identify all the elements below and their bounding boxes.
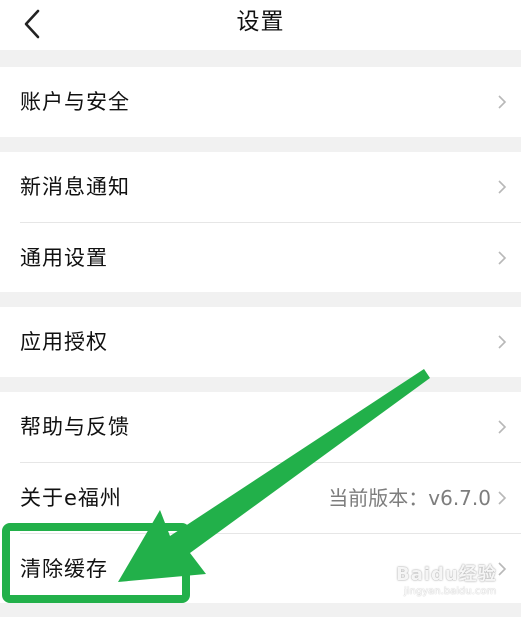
row-label: 应用授权 [20,330,108,354]
settings-group-account: 账户与安全 [0,67,521,137]
settings-group-help: 帮助与反馈 关于e福州 当前版本：v6.7.0 清除缓存 [0,392,521,603]
chevron-right-icon [497,419,507,435]
page-title: 设置 [236,9,285,35]
row-account-security[interactable]: 账户与安全 [0,67,521,137]
chevron-right-icon [497,179,507,195]
row-clear-cache[interactable]: 清除缓存 [0,534,521,604]
chevron-right-icon [497,250,507,266]
row-app-authorization[interactable]: 应用授权 [0,307,521,377]
settings-group-notifications: 新消息通知 通用设置 [0,152,521,292]
header-bar: 设置 [0,0,521,50]
row-label: 新消息通知 [20,175,130,199]
row-label: 清除缓存 [20,557,108,581]
settings-group-authorization: 应用授权 [0,307,521,377]
row-new-message-notifications[interactable]: 新消息通知 [0,152,521,222]
row-help-feedback[interactable]: 帮助与反馈 [0,392,521,462]
row-general-settings[interactable]: 通用设置 [0,223,521,293]
row-label: 帮助与反馈 [20,415,130,439]
chevron-right-icon [497,334,507,350]
row-label: 账户与安全 [20,90,130,114]
row-label: 通用设置 [20,246,108,270]
row-label: 关于e福州 [20,486,122,510]
chevron-right-icon [497,94,507,110]
chevron-right-icon [497,490,507,506]
chevron-right-icon [497,561,507,577]
row-about[interactable]: 关于e福州 当前版本：v6.7.0 [0,463,521,533]
version-value: 当前版本：v6.7.0 [328,486,491,510]
